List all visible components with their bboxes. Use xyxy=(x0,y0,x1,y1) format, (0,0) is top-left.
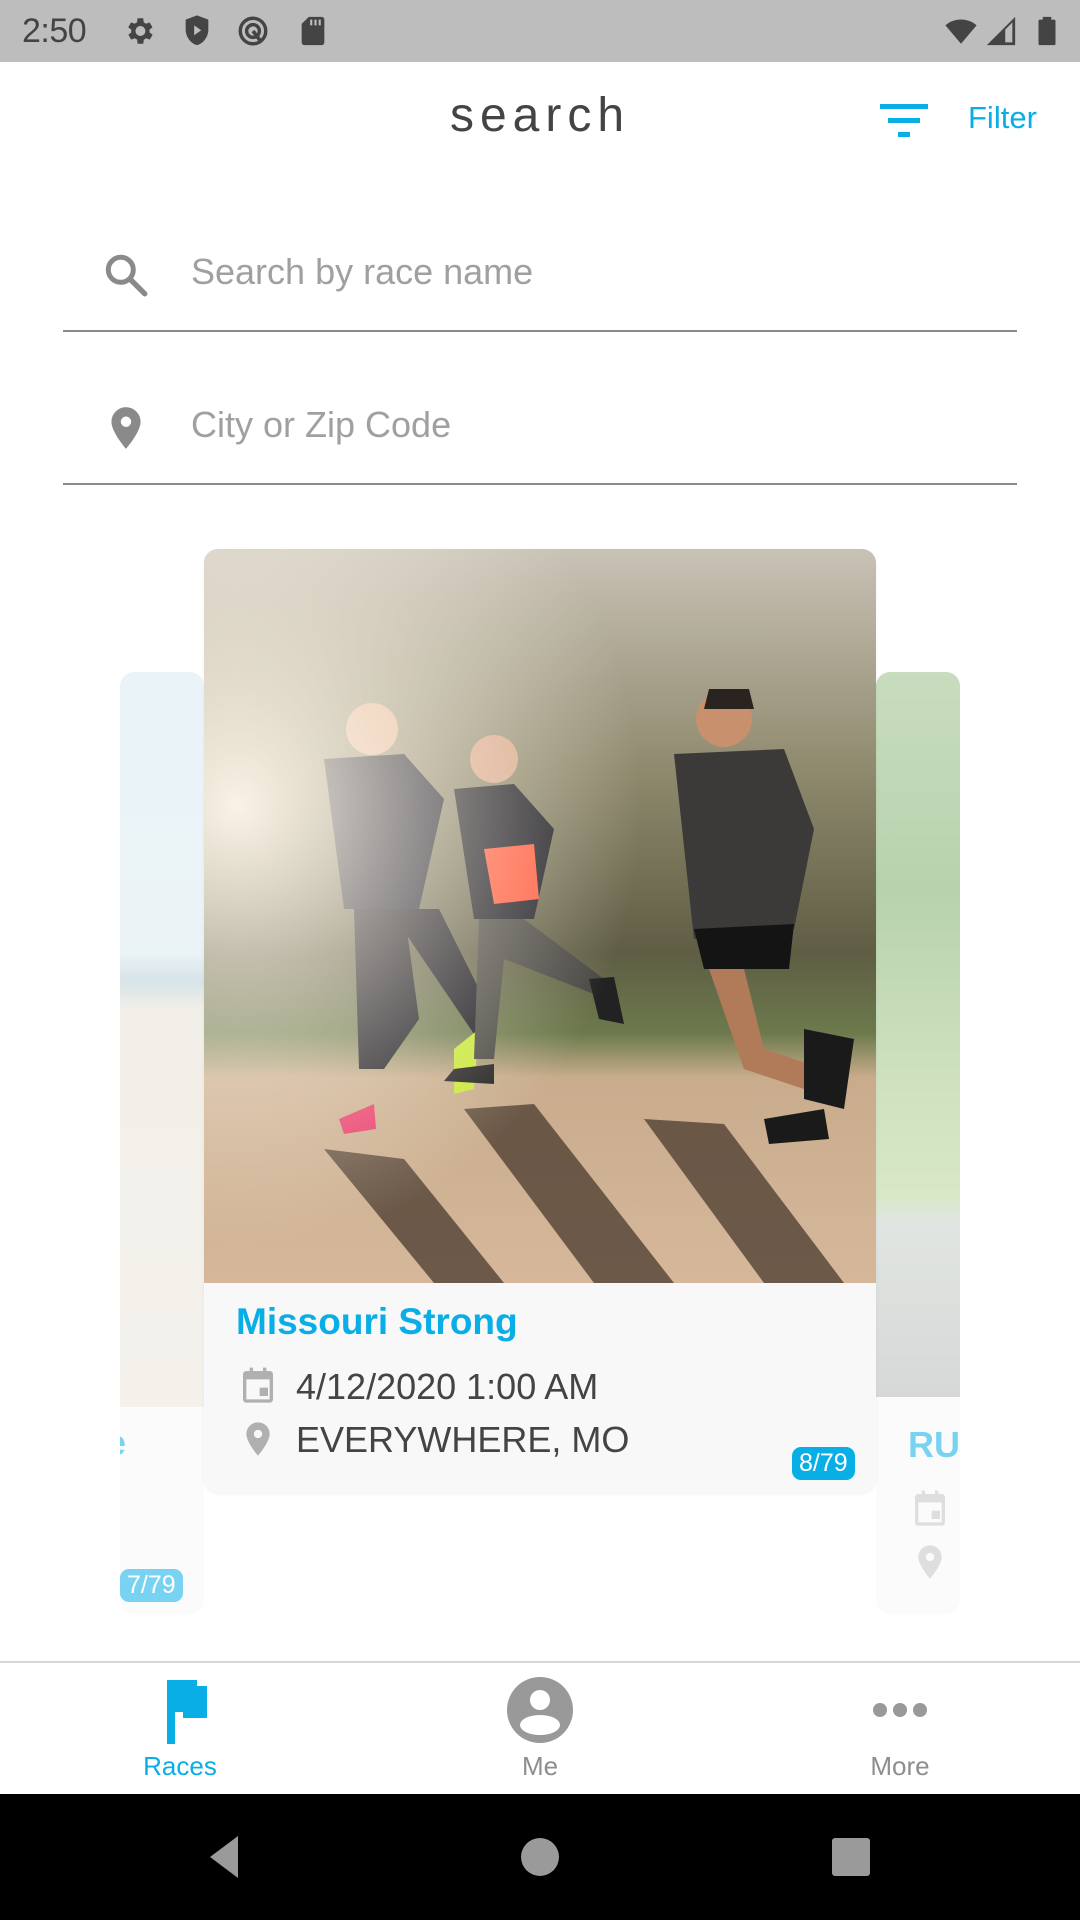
race-card-image xyxy=(120,672,204,1407)
settings-icon xyxy=(128,18,153,44)
q-logo-icon xyxy=(238,16,268,46)
back-icon[interactable] xyxy=(200,1832,250,1882)
nav-label: More xyxy=(870,1751,930,1781)
wifi-icon xyxy=(945,19,977,44)
filter-icon xyxy=(880,104,928,137)
race-name-field xyxy=(63,220,1017,332)
nav-item-races[interactable]: Races xyxy=(0,1663,360,1794)
race-card-previous[interactable]: e 7/79 xyxy=(120,672,204,1614)
sd-card-icon xyxy=(301,16,325,46)
race-counter-badge: 8/79 xyxy=(792,1447,855,1480)
race-card-image xyxy=(204,549,876,1283)
race-card-title: RU xyxy=(908,1424,960,1465)
nav-label: Me xyxy=(521,1751,559,1781)
filter-label: Filter xyxy=(968,100,1037,135)
race-title: Missouri Strong xyxy=(236,1301,518,1342)
race-card-image xyxy=(876,672,960,1397)
system-nav-bar xyxy=(0,1794,1080,1920)
location-pin-icon xyxy=(111,407,141,449)
race-card-next[interactable]: RU xyxy=(876,672,960,1614)
play-protect-icon xyxy=(185,15,209,46)
search-icon xyxy=(105,254,148,297)
race-name-input[interactable] xyxy=(189,250,993,294)
flag-icon xyxy=(167,1680,207,1744)
filter-button[interactable]: Filter xyxy=(872,96,1052,146)
race-date: 4/12/2020 1:00 AM xyxy=(296,1366,599,1407)
location-pin-icon xyxy=(246,1422,270,1456)
race-card-title: e xyxy=(120,1422,126,1464)
nav-item-me[interactable]: Me xyxy=(360,1663,720,1794)
bottom-nav: Races Me More xyxy=(0,1663,1080,1794)
account-circle-icon xyxy=(507,1677,573,1743)
race-counter-badge: 7/79 xyxy=(120,1569,183,1602)
location-input[interactable] xyxy=(189,403,993,447)
nav-item-more[interactable]: More xyxy=(720,1663,1080,1794)
calendar-icon xyxy=(243,1367,273,1403)
more-horizontal-icon xyxy=(873,1703,927,1717)
race-location: EVERYWHERE, MO xyxy=(296,1419,630,1460)
calendar-icon xyxy=(915,1490,945,1526)
nav-label: Races xyxy=(143,1751,217,1781)
race-card-current[interactable]: Missouri Strong 4/12/2020 1:00 AM EVERYW… xyxy=(204,549,876,1493)
location-pin-icon xyxy=(918,1545,942,1579)
status-bar: 2:50 xyxy=(0,0,1080,62)
location-field xyxy=(63,373,1017,485)
recents-icon[interactable] xyxy=(826,1832,876,1882)
battery-icon xyxy=(1038,16,1056,46)
runners-photo xyxy=(204,549,876,1283)
home-icon[interactable] xyxy=(515,1832,565,1882)
cell-signal-icon xyxy=(986,16,1016,46)
status-time: 2:50 xyxy=(22,12,87,50)
